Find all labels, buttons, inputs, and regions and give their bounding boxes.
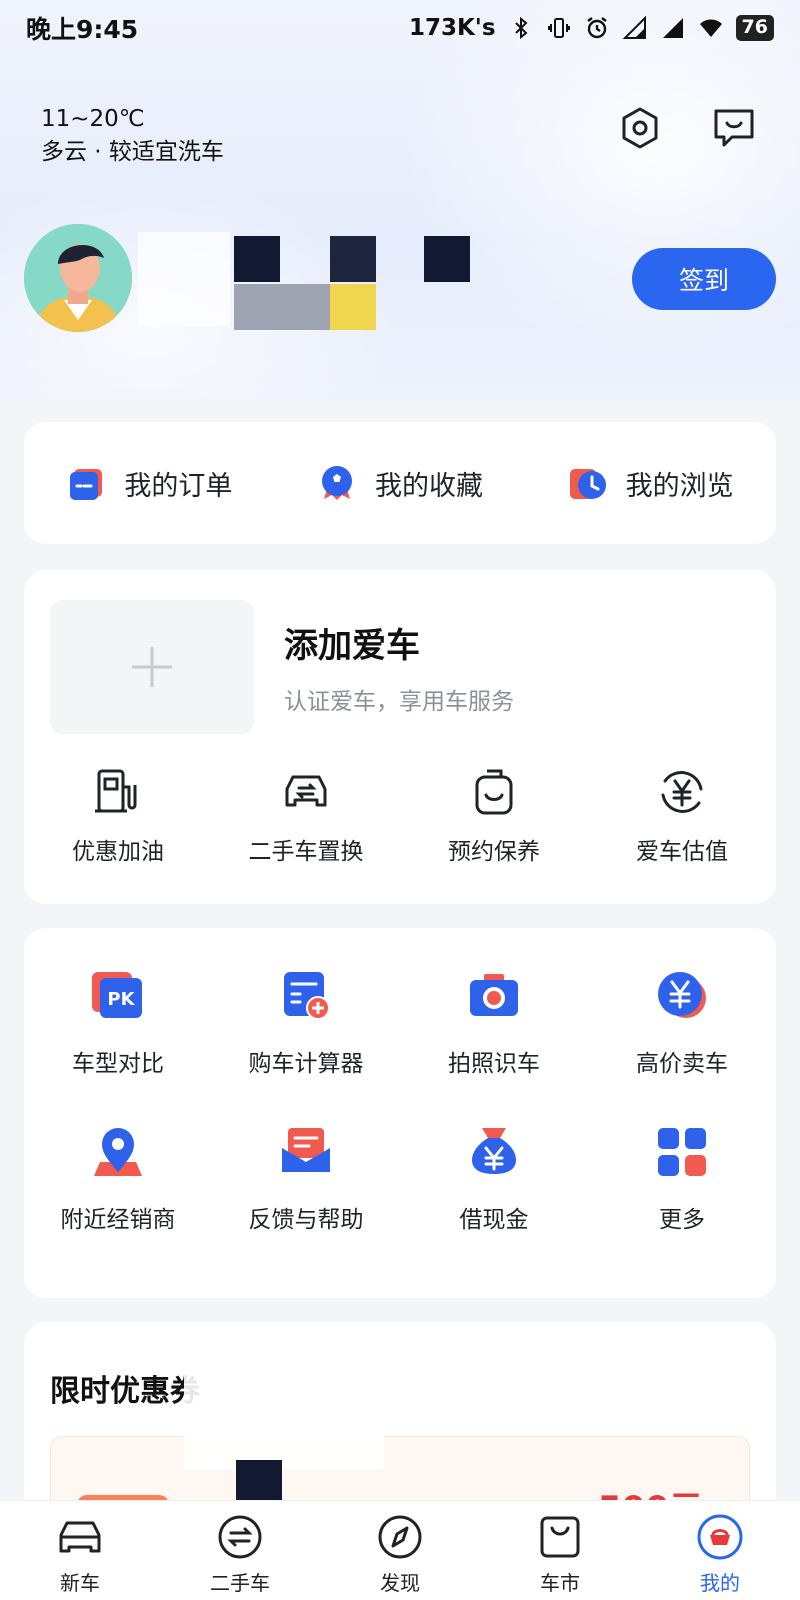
- vibrate-icon: [547, 18, 570, 38]
- tool-compare-label: 车型对比: [72, 1051, 164, 1077]
- tool-dealers[interactable]: 附近经销商: [24, 1122, 212, 1234]
- add-car-button[interactable]: [50, 600, 254, 734]
- favorite-icon: [322, 466, 352, 500]
- location-icon: [94, 1128, 142, 1176]
- tab-new-car[interactable]: 新车: [0, 1501, 160, 1600]
- tool-compare[interactable]: PK 车型对比: [24, 966, 212, 1078]
- tool-camera[interactable]: 拍照识车: [400, 966, 588, 1078]
- tool-dealers-label: 附近经销商: [60, 1207, 176, 1233]
- weather-description: 多云 · 较适宜洗车: [41, 139, 224, 165]
- weather-widget: 11~20℃ 多云 · 较适宜洗车: [41, 104, 224, 170]
- valuation-icon: [661, 771, 703, 813]
- tool-feedback[interactable]: 反馈与帮助: [212, 1122, 400, 1234]
- tool-sell-car[interactable]: 高价卖车: [588, 966, 776, 1078]
- mosaic-block: [424, 236, 470, 282]
- feedback-icon: [282, 1128, 330, 1172]
- shopping-bag-icon: [540, 1516, 580, 1558]
- tool-calculator[interactable]: 购车计算器: [212, 966, 400, 1078]
- status-time: 晚上9:45: [26, 15, 139, 44]
- bluetooth-icon: [514, 16, 528, 40]
- battery-indicator: 76: [735, 15, 774, 41]
- mosaic-block: [330, 284, 376, 330]
- status-bar: 晚上9:45 173K's 76: [0, 0, 800, 56]
- mosaic-block: [330, 236, 376, 282]
- tool-more[interactable]: 更多: [588, 1122, 776, 1234]
- service-gas-label: 优惠加油: [72, 839, 164, 865]
- my-car-card: 添加爱车 认证爱车，享用车服务 优惠加油 二手车置换 预约保养 爱车估值: [24, 570, 776, 904]
- calculator-icon: [284, 972, 330, 1020]
- service-car-swap[interactable]: 二手车置换: [212, 766, 400, 866]
- tab-used-car[interactable]: 二手车: [160, 1501, 320, 1600]
- tab-new-car-label: 新车: [60, 1571, 100, 1595]
- network-speed: 173K's: [408, 15, 496, 41]
- tab-market[interactable]: 车市: [480, 1501, 640, 1600]
- add-car-subtitle: 认证爱车，享用车服务: [284, 689, 514, 715]
- camera-icon: [470, 974, 518, 1016]
- tab-mine[interactable]: 我的: [640, 1501, 800, 1600]
- tool-more-label: 更多: [659, 1207, 705, 1233]
- mosaic-block: [234, 284, 330, 330]
- tool-sell-car-label: 高价卖车: [636, 1051, 728, 1077]
- more-grid-icon: [658, 1128, 706, 1176]
- my-favorites-link[interactable]: 我的收藏: [275, 463, 526, 503]
- gas-pump-icon: [95, 769, 137, 813]
- bottom-tab-bar: 新车 二手车 发现 车市 我的: [0, 1500, 800, 1600]
- my-history-label: 我的浏览: [625, 470, 734, 502]
- weather-temperature: 11~20℃: [41, 106, 145, 132]
- tool-cash-loan-label: 借现金: [459, 1207, 529, 1233]
- message-icon: [714, 109, 754, 147]
- avatar-illustration: [24, 224, 132, 332]
- my-orders-link[interactable]: 我的订单: [24, 463, 275, 503]
- car-swap-icon: [285, 775, 327, 807]
- pk-compare-icon: PK: [92, 972, 142, 1018]
- service-car-swap-label: 二手车置换: [248, 839, 364, 865]
- service-maintenance-label: 预约保养: [448, 839, 540, 865]
- quick-links-card: 我的订单 我的收藏 我的浏览: [24, 422, 776, 544]
- wifi-icon: [699, 19, 722, 37]
- service-gas[interactable]: 优惠加油: [24, 766, 212, 866]
- tab-discover-label: 发现: [380, 1571, 420, 1595]
- tool-feedback-label: 反馈与帮助: [248, 1207, 364, 1233]
- tab-market-label: 车市: [540, 1571, 580, 1595]
- tool-cash-loan[interactable]: 借现金: [400, 1122, 588, 1234]
- maintenance-icon: [475, 769, 513, 815]
- signin-button[interactable]: 签到: [632, 248, 776, 310]
- service-maintenance[interactable]: 预约保养: [400, 766, 588, 866]
- blurred-username: [138, 232, 230, 326]
- service-valuation[interactable]: 爱车估值: [588, 766, 776, 866]
- message-button[interactable]: [710, 104, 758, 152]
- money-bag-icon: [472, 1128, 516, 1174]
- service-valuation-label: 爱车估值: [636, 839, 728, 865]
- signal-hd-icon: [662, 18, 683, 38]
- sell-car-icon: [658, 972, 706, 1018]
- settings-button[interactable]: [616, 104, 664, 152]
- alarm-icon: [586, 17, 607, 39]
- signal-icon: [622, 16, 646, 39]
- mosaic-block: [234, 236, 280, 282]
- tab-mine-label: 我的: [700, 1571, 740, 1595]
- order-icon: [70, 469, 103, 500]
- new-car-icon: [59, 1521, 101, 1553]
- profile-icon: [697, 1514, 743, 1560]
- my-orders-label: 我的订单: [124, 470, 233, 502]
- svg-text:PK: PK: [107, 989, 135, 1010]
- avatar[interactable]: [24, 224, 132, 332]
- my-favorites-label: 我的收藏: [375, 470, 483, 502]
- settings-hexagon-icon: [622, 107, 658, 149]
- coupon-section-title: 限时优惠券: [50, 1374, 200, 1409]
- compass-icon: [378, 1515, 422, 1559]
- tool-calculator-label: 购车计算器: [248, 1051, 364, 1077]
- tool-camera-label: 拍照识车: [448, 1051, 540, 1077]
- tools-card: PK 车型对比 购车计算器 拍照识车 高价卖车 附近经销商 反馈与帮助 借现金 …: [24, 928, 776, 1298]
- header-background: [0, 0, 800, 400]
- plus-icon: [132, 647, 172, 687]
- used-car-icon: [218, 1515, 262, 1559]
- my-history-link[interactable]: 我的浏览: [525, 463, 776, 503]
- tab-used-car-label: 二手车: [210, 1571, 270, 1595]
- add-car-title[interactable]: 添加爱车: [284, 618, 420, 667]
- blurred-region: [184, 1370, 384, 1470]
- history-icon: [569, 469, 606, 499]
- tab-discover[interactable]: 发现: [320, 1501, 480, 1600]
